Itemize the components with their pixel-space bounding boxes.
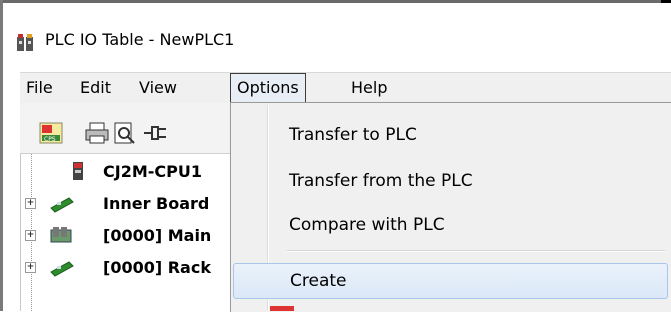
expand-icon[interactable]: +: [25, 230, 36, 241]
menu-bar: File Edit View Options Help: [20, 72, 671, 104]
tree-item-rack[interactable]: + [0000] Rack: [21, 254, 241, 282]
tree-item-cpu[interactable]: CJ2M-CPU1: [21, 158, 241, 186]
options-dropdown-menu: Transfer to PLC Transfer from the PLC Co…: [230, 102, 671, 312]
svg-text:CPS: CPS: [44, 136, 56, 143]
tree-item-label: CJ2M-CPU1: [103, 162, 202, 181]
tree-item-inner-board[interactable]: + Inner Board: [21, 190, 241, 218]
pin-icon[interactable]: [142, 121, 168, 145]
toolbar: CPS: [20, 103, 240, 154]
cps-icon[interactable]: CPS: [38, 121, 64, 145]
board-icon: [50, 197, 74, 213]
menu-edit[interactable]: Edit: [74, 73, 117, 103]
menu-item-transfer-to-plc[interactable]: Transfer to PLC: [233, 117, 668, 153]
expand-icon[interactable]: +: [25, 198, 36, 209]
tree-item-label: [0000] Rack: [103, 258, 211, 277]
menu-separator: [287, 250, 665, 252]
menu-item-compare-with-plc[interactable]: Compare with PLC: [233, 207, 668, 243]
tree-item-label: [0000] Main: [103, 226, 212, 245]
menu-view[interactable]: View: [133, 73, 183, 103]
io-tree: CJ2M-CPU1 + Inner Board + [0000] Main + …: [20, 154, 241, 311]
tree-item-main-rack[interactable]: + [0000] Main: [21, 222, 241, 250]
window-title: PLC IO Table - NewPLC1: [45, 30, 235, 49]
printer-icon[interactable]: [84, 121, 110, 145]
cpu-icon: [73, 162, 83, 180]
menu-help[interactable]: Help: [345, 73, 393, 103]
menu-options[interactable]: Options: [230, 73, 306, 103]
partial-red-icon: [270, 306, 294, 311]
menu-item-create[interactable]: Create: [233, 263, 668, 299]
tree-item-label: Inner Board: [103, 194, 210, 213]
menu-item-transfer-from-plc[interactable]: Transfer from the PLC: [233, 163, 668, 199]
print-preview-icon[interactable]: [112, 121, 138, 145]
expand-icon[interactable]: +: [25, 262, 36, 273]
board-icon: [50, 261, 74, 277]
menu-file[interactable]: File: [20, 73, 59, 103]
rack-icon: [50, 227, 72, 243]
title-bar: PLC IO Table - NewPLC1: [3, 3, 671, 60]
plc-app-icon: [17, 34, 33, 51]
